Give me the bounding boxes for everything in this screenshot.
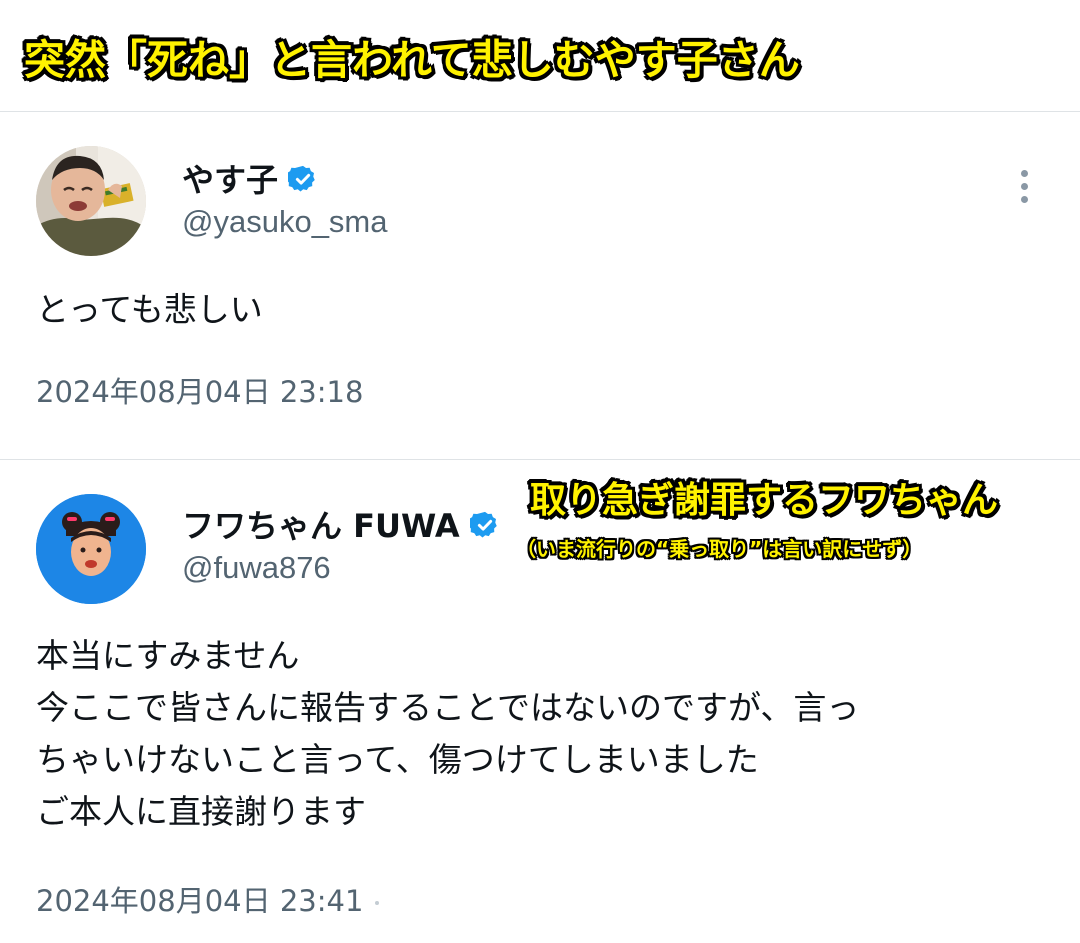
tweet-text-line: ちゃいけないこと言って、傷つけてしまいました <box>36 740 759 779</box>
fuwa-apology-caption: 取り急ぎ謝罪するフワちゃん <box>530 480 999 521</box>
avatar[interactable] <box>36 494 146 604</box>
display-name-text[interactable]: フワちゃん FUWA <box>182 507 460 545</box>
tweet-text: とっても悲しい <box>36 284 263 336</box>
timestamp[interactable]: 2024年08月04日 23:18 <box>36 372 363 412</box>
headline-caption: 突然「死ね」と言われて悲しむやす子さん <box>24 36 800 84</box>
user-handle[interactable]: @yasuko_sma <box>182 202 388 242</box>
display-name[interactable]: フワちゃん FUWA <box>182 506 500 546</box>
avatar[interactable] <box>36 146 146 256</box>
tweet-card[interactable]: やす子 @yasuko_sma とっても悲しい 2024年08月04日 23:1… <box>0 112 1080 458</box>
verified-badge-icon <box>288 165 315 192</box>
tweet-text-line: とっても悲しい <box>36 290 263 329</box>
timestamp-text[interactable]: 2024年08月04日 23:41 <box>36 884 363 918</box>
timestamp[interactable]: 2024年08月04日 23:41 <box>36 881 380 921</box>
verified-badge-icon <box>469 511 497 538</box>
tweet-text-line: 今ここで皆さんに報告することではないのですが、言っ <box>36 688 860 727</box>
avatar-photo-icon <box>36 494 146 604</box>
tweet-text: 本当にすみません 今ここで皆さんに報告することではないのですが、言っ ちゃいけな… <box>36 630 859 838</box>
display-name-text[interactable]: やす子 <box>182 161 278 199</box>
tweet-text-line: ご本人に直接謝ります <box>36 792 366 831</box>
fuwa-apology-subcaption: （いま流行りの“乗っ取り”は言い訳にせず） <box>516 537 923 561</box>
separator-dot-icon <box>375 901 380 905</box>
display-name[interactable]: やす子 <box>182 160 318 200</box>
user-handle[interactable]: @fuwa876 <box>182 548 331 588</box>
more-vertical-icon[interactable] <box>1012 170 1036 210</box>
tweet-card[interactable]: フワちゃん FUWA @fuwa876 本当にすみません 今ここで皆さんに報告す… <box>0 460 1080 943</box>
avatar-photo-icon <box>36 146 146 256</box>
tweet-text-line: 本当にすみません <box>36 636 300 675</box>
